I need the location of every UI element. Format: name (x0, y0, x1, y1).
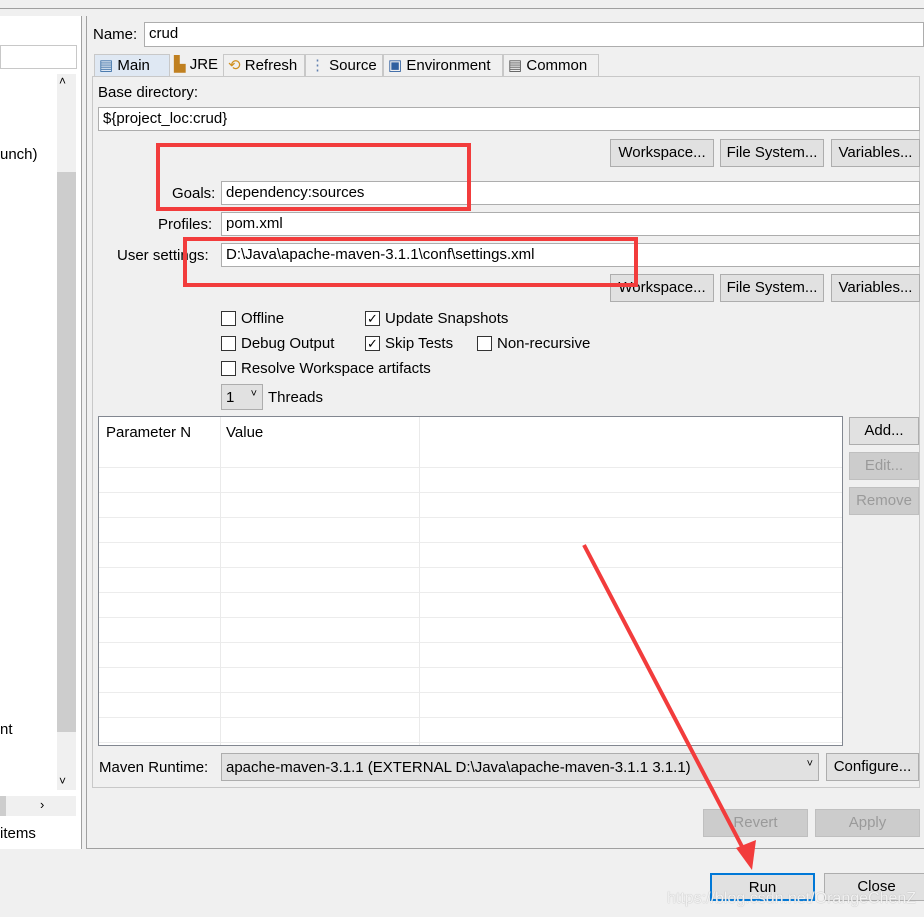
annotation-arrow (582, 544, 756, 870)
column-header-value[interactable]: Value (226, 424, 263, 441)
column-header-parameter[interactable]: Parameter N (106, 424, 191, 441)
